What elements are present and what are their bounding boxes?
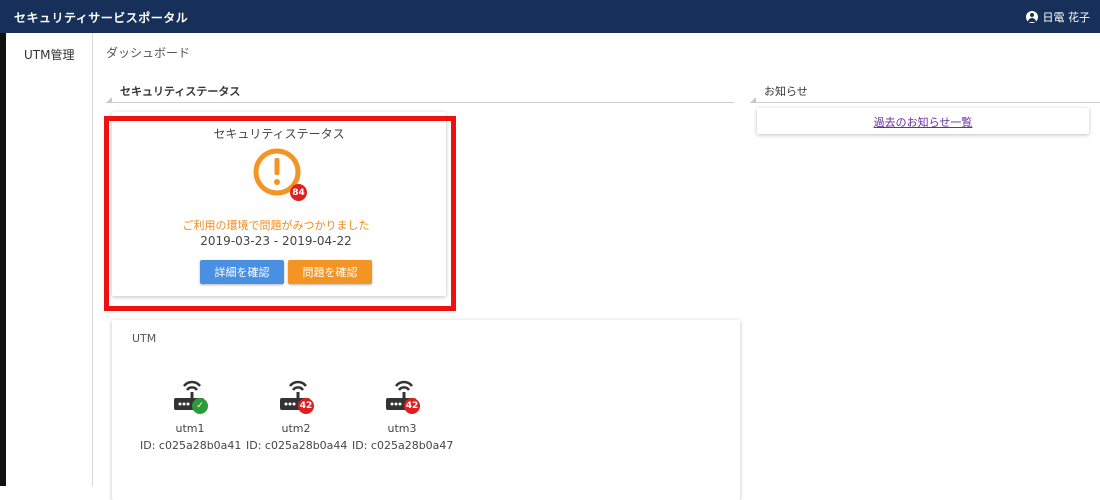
security-status-card-title: セキュリティステータス [213, 127, 345, 141]
news-section-header: お知らせ [750, 80, 1100, 103]
utm-device-name: utm2 [281, 422, 311, 435]
utm-device-2[interactable]: 42 utm2 ID: c025a28b0a44 [246, 376, 348, 452]
utm-card-title: UTM [132, 332, 157, 345]
issue-count-badge: 84 [290, 184, 307, 201]
app-title: セキュリティサービスポータル [14, 11, 189, 25]
error-count-badge: 42 [298, 398, 314, 414]
sidebar-item-utm-management[interactable]: UTM管理 [24, 46, 74, 63]
sidebar: UTM管理 [6, 33, 93, 486]
section-corner-icon [106, 97, 112, 103]
user-icon [1025, 11, 1038, 23]
view-issues-button[interactable]: 問題を確認 [288, 260, 372, 284]
utm-device-id: ID: c025a28b0a41 [140, 439, 242, 452]
warning-message: ご利用の環境で問題がみつかりました [182, 219, 370, 232]
ok-check-icon: ✓ [192, 398, 208, 414]
past-news-link[interactable]: 過去のお知らせ一覧 [757, 114, 1089, 130]
router-icon: 42 [384, 376, 420, 414]
security-status-heading: セキュリティステータス [120, 85, 241, 98]
date-range: 2019-03-23 - 2019-04-22 [200, 234, 352, 248]
router-icon: ✓ [172, 376, 208, 414]
security-status-section-header: セキュリティステータス [106, 80, 734, 103]
news-heading: お知らせ [764, 85, 808, 98]
utm-device-id: ID: c025a28b0a44 [246, 439, 348, 452]
warning-indicator: 84 [251, 146, 307, 202]
user-menu[interactable]: 日電 花子 [1025, 9, 1091, 25]
utm-device-1[interactable]: ✓ utm1 ID: c025a28b0a41 [140, 376, 242, 452]
view-details-button[interactable]: 詳細を確認 [200, 260, 284, 284]
utm-device-3[interactable]: 42 utm3 ID: c025a28b0a47 [352, 376, 454, 452]
utm-device-id: ID: c025a28b0a47 [352, 439, 454, 452]
error-count-badge: 42 [404, 398, 420, 414]
breadcrumb: ダッシュボード [106, 46, 191, 60]
section-corner-icon [750, 97, 756, 103]
utm-device-name: utm3 [387, 422, 417, 435]
user-name: 日電 花子 [1042, 11, 1091, 24]
top-bar: セキュリティサービスポータル 日電 花子 [0, 0, 1100, 33]
router-icon: 42 [278, 376, 314, 414]
utm-device-name: utm1 [175, 422, 205, 435]
